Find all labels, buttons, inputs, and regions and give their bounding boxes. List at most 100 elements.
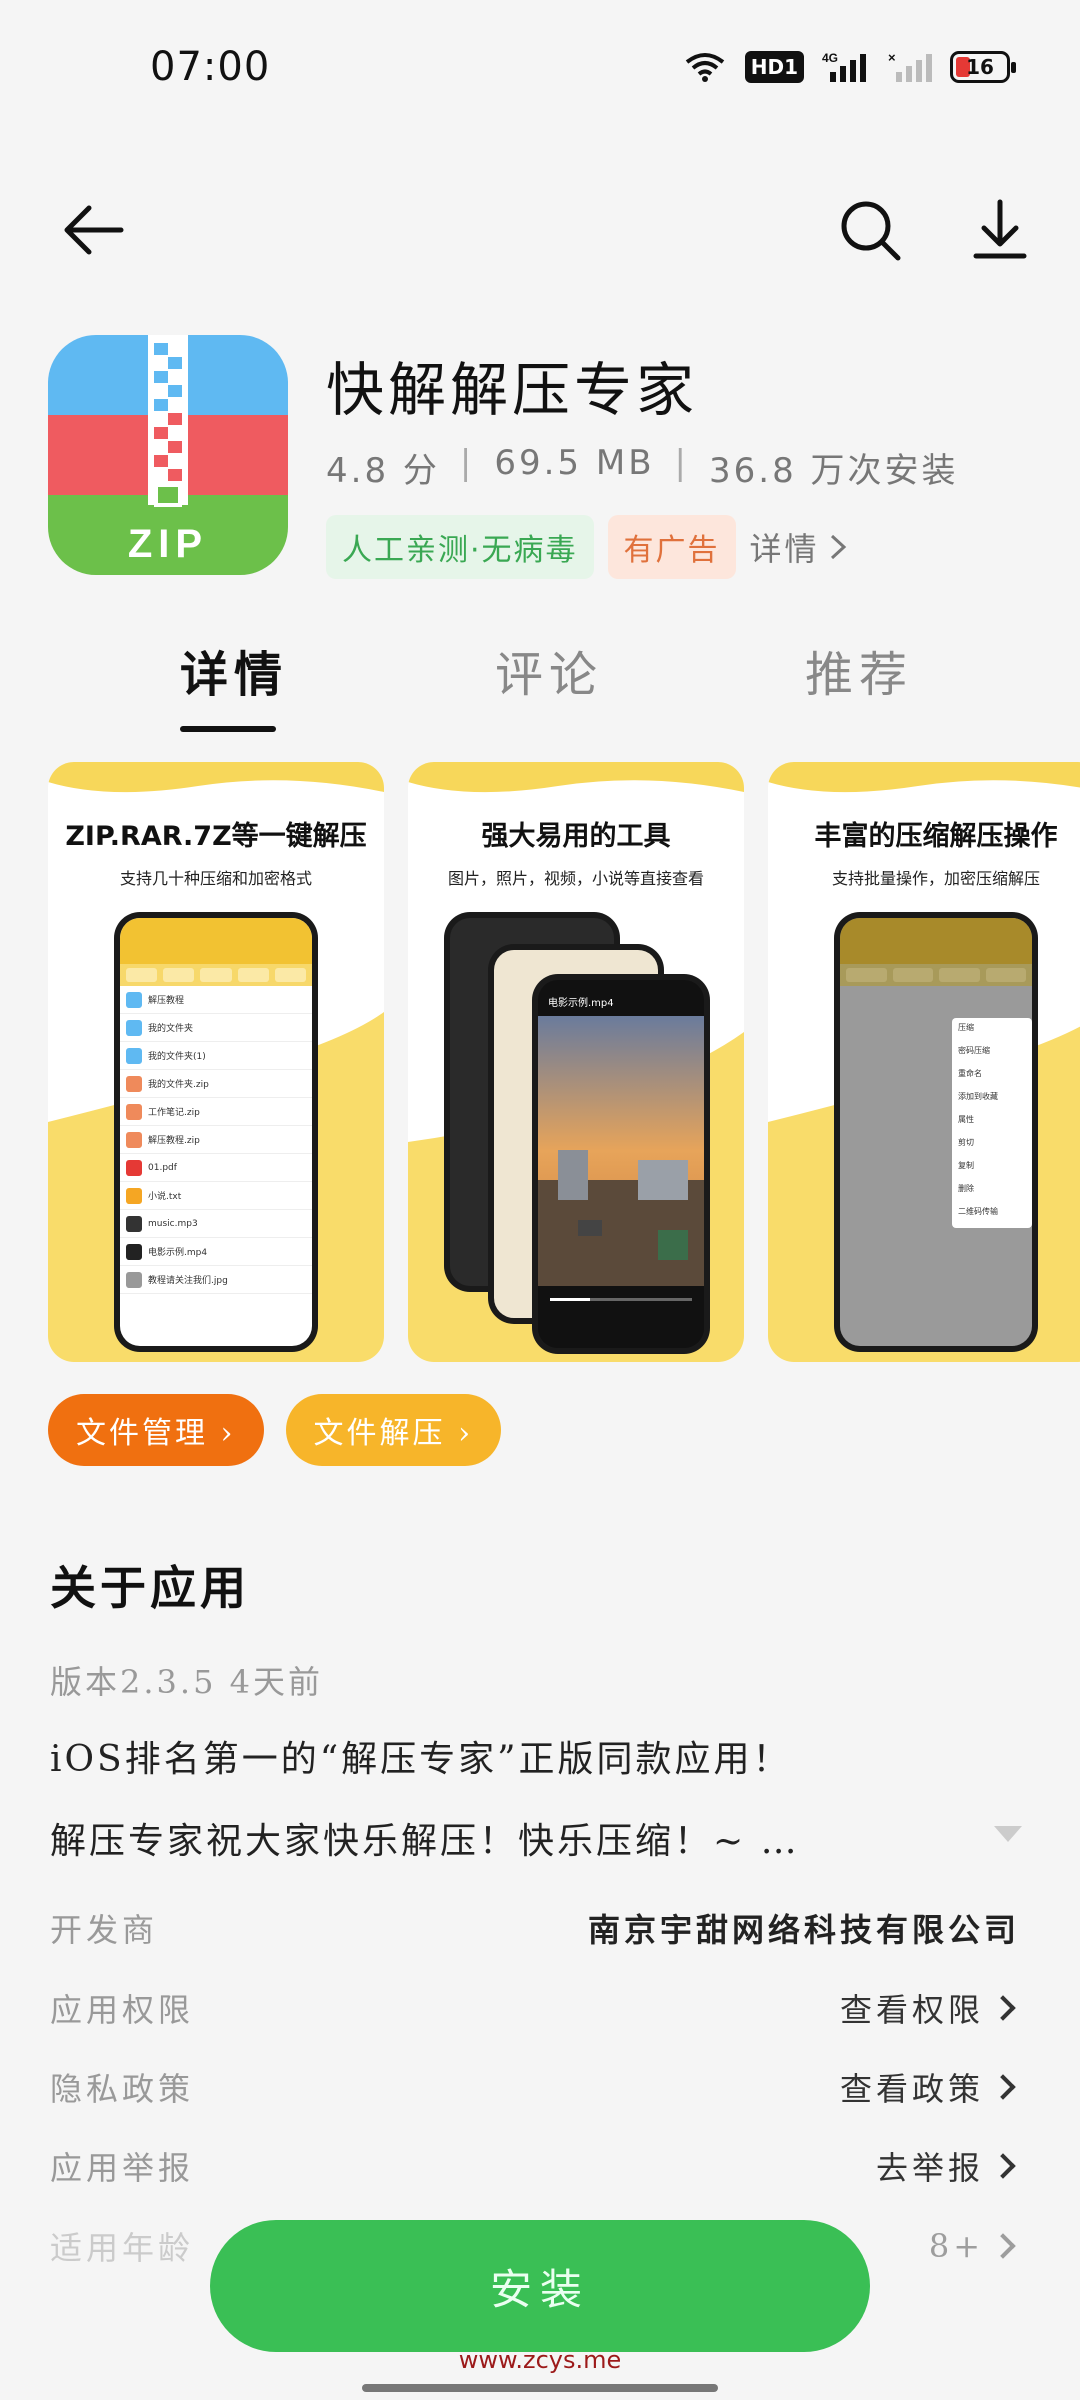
file-row: 电影示例.mp4 [120,1238,312,1266]
menu-item: 二维码传输 [958,1207,998,1216]
file-name: 解压教程 [148,996,185,1006]
watermark: www.zcys.me [458,2346,622,2374]
install-button[interactable]: 安装 [210,2220,870,2352]
file-name: 我的文件夹 [148,1024,194,1034]
status-time: 07:00 [150,44,271,90]
context-menu: 压缩 密码压缩 重命名 添加到收藏 属性 剪切 复制 删除 二维码传输 [952,1018,1032,1228]
expand-triangle-icon[interactable] [994,1826,1022,1842]
info-row-developer: 开发商 南京宇甜网络科技有限公司 [50,1898,1020,1958]
file-row: 我的文件夹 [120,1014,312,1042]
search-icon[interactable] [830,190,910,270]
info-value: 查看政策 [840,2064,1020,2110]
top-nav [0,170,1080,290]
menu-item: 删除 [958,1184,974,1193]
screenshot-3[interactable]: 丰富的压缩解压操作 支持批量操作，加密压缩解压 压缩 密码压缩 重命名 添加到收… [768,762,1080,1362]
menu-item: 密码压缩 [958,1046,990,1055]
safety-badge: 人工亲测·无病毒 [326,515,594,579]
svg-text:×: × [888,50,896,65]
signal-icon: × [888,50,932,84]
report-link[interactable]: 去举报 [876,2143,984,2189]
chevron-right-icon [990,1995,1016,2021]
phone-mockup: 压缩 密码压缩 重命名 添加到收藏 属性 剪切 复制 删除 二维码传输 [834,912,1038,1352]
menu-item: 压缩 [958,1023,974,1032]
menu-item: 重命名 [958,1069,982,1078]
screenshot-2[interactable]: 强大易用的工具 图片，照片，视频，小说等直接查看 电影示例.mp4 [408,762,744,1362]
chevron-right-icon [830,534,846,560]
screenshot-1-subtitle: 支持几十种压缩和加密格式 [119,869,312,888]
app-header: ZIP 快解解压专家 4.8 分 | 69.5 MB | 36.8 万次安装 人… [48,335,1048,585]
info-value: 8+ [929,2227,1020,2265]
status-icons: HD1 4G × 16 [683,50,1016,84]
home-indicator[interactable] [362,2384,718,2392]
screenshot-3-subtitle: 支持批量操作，加密压缩解压 [831,869,1040,888]
screenshot-3-title: 丰富的压缩解压操作 [814,821,1058,852]
info-row-permissions[interactable]: 应用权限 查看权限 [50,1978,1020,2038]
menu-item: 剪切 [958,1138,974,1147]
menu-item: 添加到收藏 [958,1092,998,1101]
back-arrow-icon[interactable] [55,190,135,270]
app-icon: ZIP [48,335,288,575]
file-row: 01.pdf [120,1154,312,1182]
app-size: 69.5 MB [494,443,655,483]
download-icon[interactable] [960,190,1040,270]
svg-text:ZIP: ZIP [128,522,208,566]
phone-mockup: 解压教程 我的文件夹 我的文件夹(1) 我的文件夹.zip 工作笔记.zip 解… [114,912,318,1352]
phone-screen-dimmed: 压缩 密码压缩 重命名 添加到收藏 属性 剪切 复制 删除 二维码传输 [840,918,1032,1346]
meta-separator: | [674,443,689,483]
file-row: 我的文件夹.zip [120,1070,312,1098]
menu-item: 属性 [958,1115,974,1124]
chevron-right-icon [990,2153,1016,2179]
chevron-right-icon [990,2074,1016,2100]
signal-4g-icon: 4G [822,50,870,84]
app-meta: 4.8 分 | 69.5 MB | 36.8 万次安装 [326,443,959,492]
file-name: 解压教程.zip [148,1136,200,1146]
file-name: 我的文件夹.zip [148,1080,209,1090]
phone-tabs [120,964,312,986]
status-bar: 07:00 HD1 4G × 16 [0,0,1080,140]
app-store-detail-page: 07:00 HD1 4G × 16 ZIP 快解解压专家 4.8 分 | 69.… [0,0,1080,2400]
privacy-link[interactable]: 查看政策 [840,2064,984,2110]
file-row: 我的文件夹(1) [120,1042,312,1070]
info-row-report[interactable]: 应用举报 去举报 [50,2136,1020,2196]
info-key: 开发商 [50,1911,159,1949]
tab-details[interactable]: 详情 [180,635,288,705]
info-row-privacy[interactable]: 隐私政策 查看政策 [50,2057,1020,2117]
screenshot-1-title: ZIP.RAR.7Z等一键解压 [65,821,367,852]
tab-recommend[interactable]: 推荐 [805,635,913,705]
video-player: 电影示例.mp4 [538,980,704,1348]
file-name: 工作笔记.zip [148,1108,200,1118]
file-name: 小说.txt [148,1192,182,1202]
file-name: music.mp3 [148,1218,198,1229]
file-row: music.mp3 [120,1210,312,1238]
meta-separator: | [459,443,475,483]
version-info: 版本2.3.5 4天前 [50,1663,323,1701]
file-extract-pill[interactable]: 文件解压 › [285,1394,502,1466]
developer-name: 南京宇甜网络科技有限公司 [587,1911,1020,1949]
app-badges: 人工亲测·无病毒 有广告 详情 [326,515,850,579]
wifi-icon [683,50,727,84]
file-manager-pill[interactable]: 文件管理 › [48,1394,264,1466]
info-key: 应用举报 [50,2149,195,2187]
phone-mockup-video: 电影示例.mp4 [532,974,710,1354]
info-value: 去举报 [876,2143,1020,2189]
tab-reviews[interactable]: 评论 [495,635,603,705]
details-link-label: 详情 [749,530,820,568]
battery-icon: 16 [950,51,1016,83]
age-rating: 8+ [928,2227,984,2265]
screenshot-1[interactable]: ZIP.RAR.7Z等一键解压 支持几十种压缩和加密格式 解压教程 我的文件夹 … [48,762,384,1362]
permissions-link[interactable]: 查看权限 [840,1985,984,2031]
file-row: 小说.txt [120,1182,312,1210]
file-row: 教程请关注我们.jpg [120,1266,312,1294]
details-link[interactable]: 详情 [750,524,850,570]
tab-indicator [180,726,276,732]
chevron-right-icon [990,2233,1016,2259]
screenshot-2-title: 强大易用的工具 [481,821,671,852]
file-row: 工作笔记.zip [120,1098,312,1126]
tab-bar: 详情 评论 推荐 [0,620,1080,740]
info-key: 适用年龄 [50,2229,195,2267]
file-name: 我的文件夹(1) [148,1052,206,1062]
ad-badge: 有广告 [607,515,736,579]
screenshot-carousel[interactable]: ZIP.RAR.7Z等一键解压 支持几十种压缩和加密格式 解压教程 我的文件夹 … [48,762,1080,1362]
app-installs: 36.8 万次安装 [709,451,959,491]
info-key: 隐私政策 [50,2070,195,2108]
